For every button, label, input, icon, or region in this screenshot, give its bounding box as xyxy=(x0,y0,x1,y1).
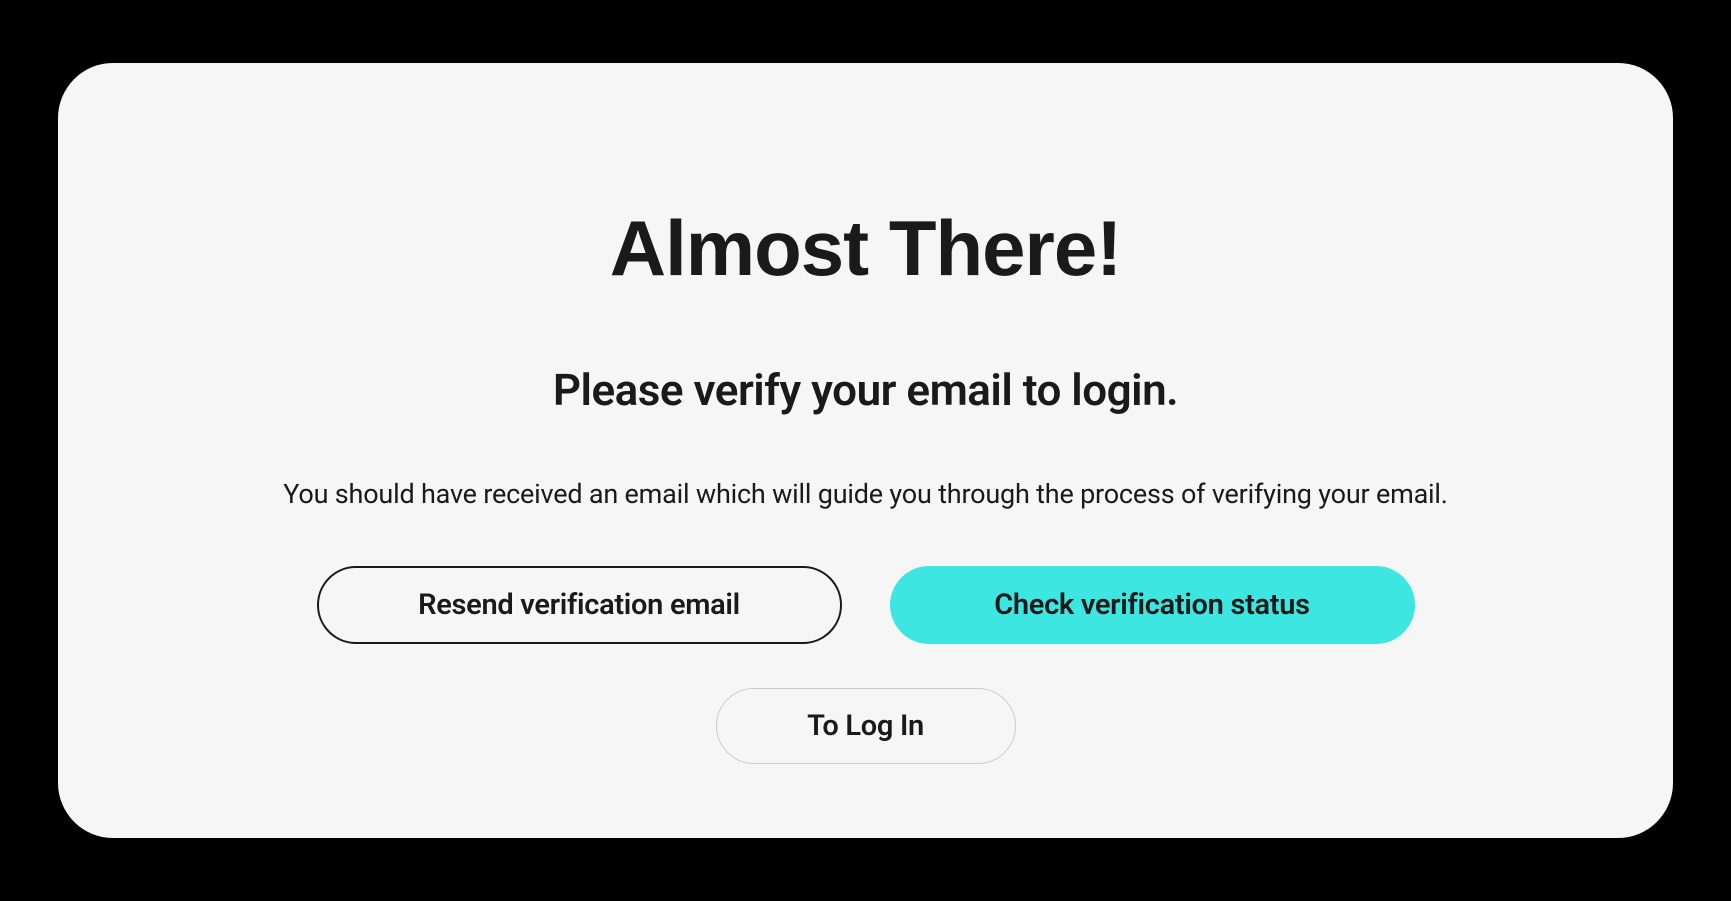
primary-button-row: Resend verification email Check verifica… xyxy=(58,566,1673,644)
description-text: You should have received an email which … xyxy=(58,478,1673,510)
verification-card: Almost There! Please verify your email t… xyxy=(58,63,1673,838)
secondary-button-row: To Log In xyxy=(58,688,1673,764)
page-title: Almost There! xyxy=(58,203,1673,294)
to-login-button[interactable]: To Log In xyxy=(716,688,1016,764)
resend-verification-button[interactable]: Resend verification email xyxy=(317,566,842,644)
check-verification-status-button[interactable]: Check verification status xyxy=(890,566,1415,644)
page-subtitle: Please verify your email to login. xyxy=(58,364,1673,416)
